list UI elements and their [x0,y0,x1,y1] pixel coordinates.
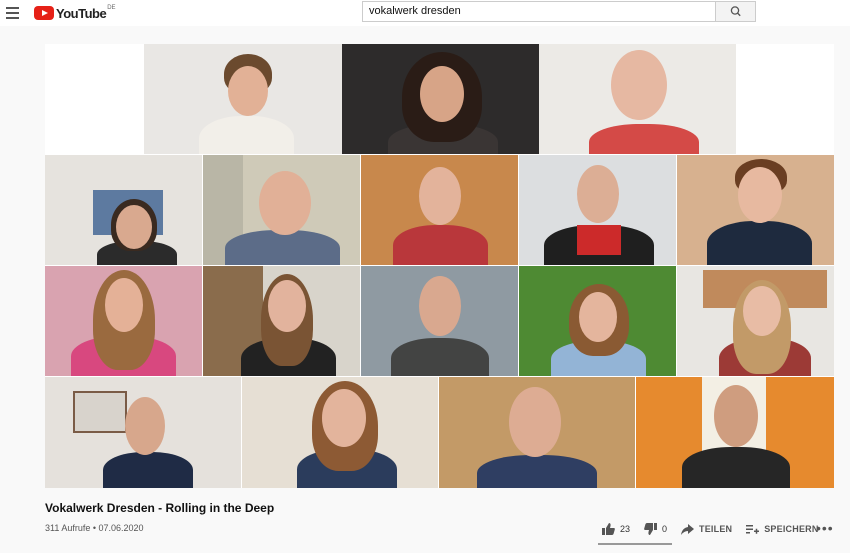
more-actions-icon[interactable]: ••• [816,520,834,536]
search-button[interactable] [716,1,756,22]
video-title: Vokalwerk Dresden - Rolling in the Deep [45,501,275,515]
logo-text: YouTube [56,5,107,21]
video-tile [677,266,834,376]
save-button[interactable]: SPEICHERN [746,524,818,535]
video-tile [242,377,438,488]
video-tile [45,377,241,488]
video-tile [342,44,539,154]
playlist-add-icon [746,524,760,534]
logo-region: DE [107,5,116,11]
search-input[interactable]: vokalwerk dresden [362,1,716,22]
dislike-button[interactable]: 0 [644,523,667,535]
thumbs-up-icon [602,523,615,535]
video-tile [539,44,736,154]
video-tile [203,155,360,265]
save-label: SPEICHERN [764,524,819,534]
masthead: YouTube DE vokalwerk dresden [0,0,850,26]
like-button[interactable]: 23 [602,523,630,535]
video-tile [361,155,518,265]
video-tile [45,266,202,376]
play-logo-icon [34,6,54,20]
like-count: 23 [620,524,631,534]
video-tile [677,155,834,265]
thumbs-down-icon [644,523,658,535]
like-ratio-bar [598,543,672,545]
video-tile [45,155,202,265]
share-icon [681,523,695,535]
youtube-logo[interactable]: YouTube DE [34,5,116,21]
video-tile [636,377,834,488]
search-icon [730,6,741,17]
video-tile [519,155,676,265]
share-button[interactable]: TEILEN [681,523,733,535]
menu-icon[interactable] [6,7,19,19]
video-tile [144,44,342,154]
video-meta: 311 Aufrufe • 07.06.2020 [45,523,144,533]
video-tile [361,266,518,376]
video-tile [439,377,635,488]
video-tile [519,266,676,376]
video-actions: 23 0 TEILEN SPEICHERN [602,520,833,538]
video-player[interactable] [45,44,834,488]
video-tile [203,266,360,376]
dislike-count: 0 [662,524,668,534]
share-label: TEILEN [699,524,733,534]
